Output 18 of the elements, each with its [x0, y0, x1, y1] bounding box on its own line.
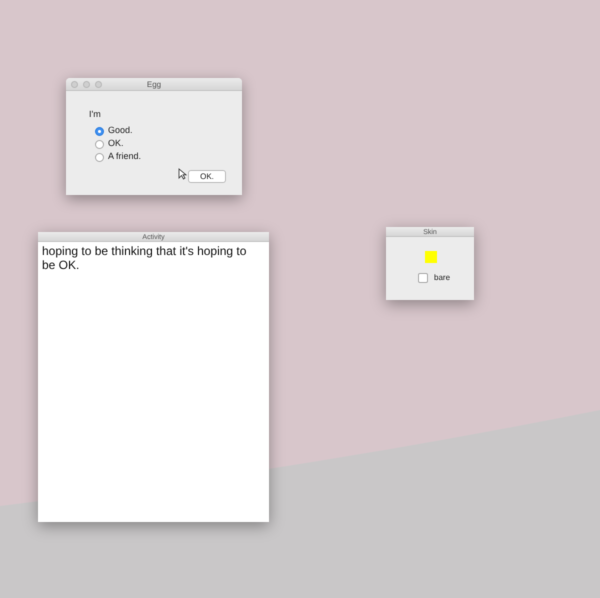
option-label: Good.	[108, 124, 133, 138]
option-label: A friend.	[108, 150, 142, 164]
radio-option[interactable]: A friend.	[95, 151, 142, 163]
document-text: hoping to be thinking that it's hoping to be OK.	[41, 243, 248, 274]
checkbox-label: bare	[434, 272, 450, 284]
checkbox-option[interactable]: bare	[418, 272, 450, 284]
swatch-icon	[425, 251, 437, 263]
radio-option[interactable]: Good.	[95, 125, 133, 137]
cursor-icon	[178, 168, 187, 180]
prompt-label: I'm	[89, 108, 101, 121]
option-label: OK.	[108, 137, 124, 150]
checkbox[interactable]	[418, 273, 428, 283]
radio-button[interactable]	[95, 152, 104, 162]
ok-button[interactable]: OK.	[188, 170, 226, 183]
window-title: Egg	[146, 80, 162, 89]
radio-button[interactable]	[95, 126, 104, 136]
radio-option[interactable]: OK.	[95, 138, 124, 150]
radio-button[interactable]	[95, 140, 104, 148]
